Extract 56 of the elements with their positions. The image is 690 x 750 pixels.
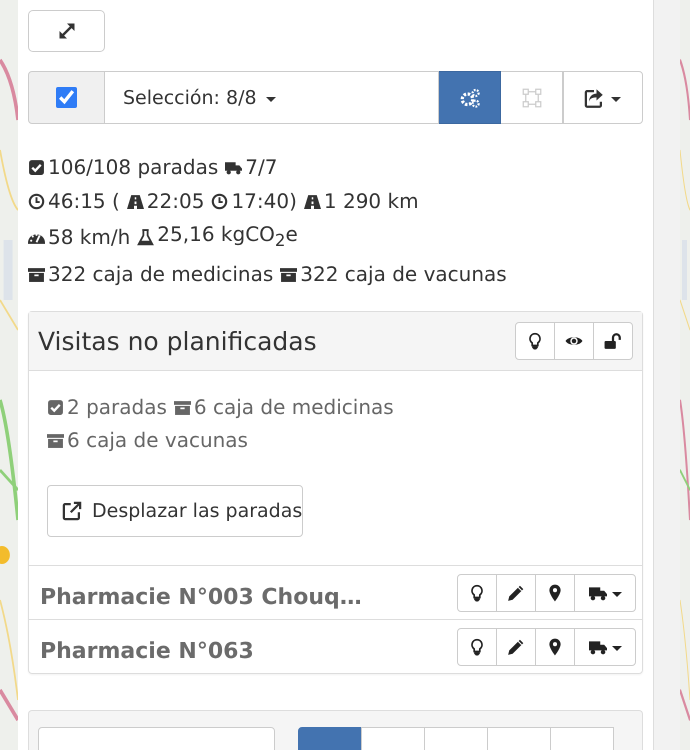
- selection-dropdown[interactable]: Selección: 8/8: [105, 71, 439, 124]
- summary-text: 6 caja de vacunas: [67, 427, 248, 454]
- summary-text: 7/7: [245, 154, 278, 181]
- road-icon: [126, 192, 144, 210]
- summary-text: 17:40): [231, 188, 297, 214]
- lightbulb-icon: [468, 638, 486, 656]
- expand-button[interactable]: [28, 10, 105, 52]
- clock-icon: [28, 192, 45, 210]
- road-icon: [304, 192, 321, 210]
- expand-icon: [56, 21, 76, 41]
- summary-text: 58 km/h: [48, 224, 130, 251]
- export-button[interactable]: [563, 71, 643, 124]
- assign-vehicle-button[interactable]: [574, 628, 636, 666]
- summary-text: 22:05: [146, 188, 204, 214]
- header-button[interactable]: [515, 322, 555, 360]
- pencil-icon: [507, 584, 525, 602]
- header-button[interactable]: [554, 322, 594, 360]
- box-icon: [280, 266, 298, 283]
- lightbulb-icon: [468, 584, 486, 602]
- summary-text: 25,16 kgCO$_{2}$e: [157, 221, 298, 252]
- highlight-button[interactable]: [457, 628, 497, 666]
- unlock-icon: [604, 332, 622, 350]
- summary-text: 106/108 paradas: [48, 154, 218, 181]
- stop-name: Pharmacie N°063: [40, 638, 254, 664]
- highlight-button[interactable]: [457, 574, 497, 612]
- box-icon: [174, 399, 191, 416]
- select-all-checkbox[interactable]: [56, 87, 77, 108]
- summary-text: 46:15 (: [48, 188, 120, 214]
- summary-text: 322 caja de medicinas: [48, 260, 274, 288]
- optimize-button[interactable]: [439, 71, 501, 124]
- truck-icon: [225, 159, 242, 176]
- checkbox-icon: [28, 159, 45, 176]
- gears-icon: [460, 88, 480, 108]
- box-icon: [47, 432, 64, 449]
- edit-button[interactable]: [496, 574, 536, 612]
- box-icon: [28, 266, 45, 283]
- card-title: Visitas no planificadas: [38, 326, 317, 356]
- external-link-icon: [62, 501, 82, 521]
- share-icon: [584, 88, 604, 108]
- edit-button[interactable]: [496, 628, 536, 666]
- summary-text: 322 caja de vacunas: [300, 260, 507, 288]
- summary-text: 6 caja de medicinas: [194, 394, 394, 421]
- summary-text: 2 paradas: [67, 394, 167, 421]
- locate-button[interactable]: [535, 628, 575, 666]
- clock-icon: [211, 192, 228, 210]
- locate-button[interactable]: [535, 574, 575, 612]
- assign-vehicle-button[interactable]: [574, 574, 636, 612]
- checkbox-icon: [47, 399, 64, 416]
- summary-text: 1 290 km: [324, 188, 419, 214]
- header-button[interactable]: [593, 322, 633, 360]
- flask-icon: [137, 229, 154, 246]
- lightbulb-icon: [526, 332, 544, 350]
- stop-name: Pharmacie N°003 Chouq…: [40, 584, 362, 610]
- pencil-icon: [507, 638, 525, 656]
- move-stops-button[interactable]: Desplazar las paradas: [47, 485, 304, 537]
- selection-shape-icon: [522, 88, 542, 108]
